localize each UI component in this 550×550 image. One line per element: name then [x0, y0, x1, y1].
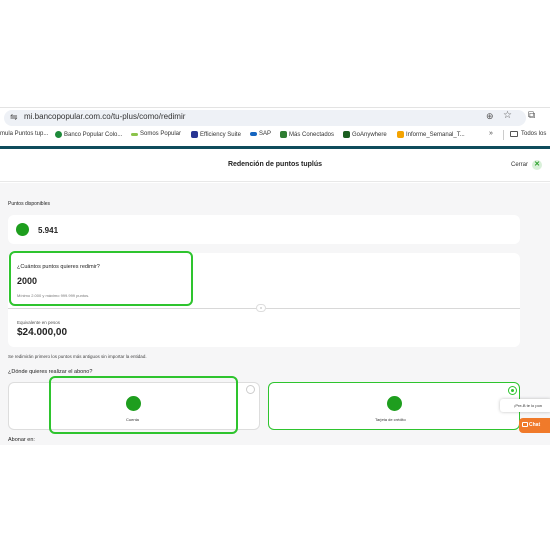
- zoom-icon[interactable]: ⊕: [486, 111, 494, 122]
- bookmark-label: Informe_Semanal_T...: [406, 131, 465, 138]
- page-title: Redención de puntos tuplús: [227, 161, 323, 168]
- points-icon: [16, 223, 29, 236]
- bookmarks-bar: mula Puntos tup... Banco Popular Colo...…: [0, 127, 550, 144]
- equivalent-value: $24.000,00: [17, 327, 68, 338]
- option-cuenta-highlight[interactable]: [49, 376, 238, 434]
- goanywhere-icon: [343, 131, 350, 138]
- app-header: Redención de puntos tuplús Cerrar ✕: [0, 149, 550, 182]
- extensions-icon[interactable]: ⧉: [528, 110, 535, 121]
- abonar-label: Abonar en:: [8, 437, 35, 443]
- option-cuenta-radio[interactable]: [246, 385, 255, 394]
- bookmark-item[interactable]: Más Conectados: [280, 131, 334, 138]
- browser-address-bar: ⇋ mi.bancopopular.com.co/tu-plus/como/re…: [0, 107, 550, 127]
- efficiency-suite-icon: [191, 131, 198, 138]
- redeem-help-text: Mínimo 2.000 y máximo 999.999 puntos.: [17, 293, 90, 298]
- bookmark-label: GoAnywhere: [352, 131, 387, 138]
- bookmark-item[interactable]: mula Puntos tup...: [0, 131, 48, 137]
- bookmark-label: Efficiency Suite: [200, 131, 241, 138]
- sap-icon: [250, 132, 257, 136]
- redeem-question: ¿Cuántos puntos quieres redimir?: [17, 264, 100, 270]
- banco-popular-icon: [55, 131, 62, 138]
- somos-popular-icon: [131, 132, 138, 136]
- bookmark-star-icon[interactable]: ☆: [503, 110, 512, 121]
- chat-button[interactable]: Chat: [519, 418, 550, 433]
- bookmark-label: Más Conectados: [289, 131, 335, 138]
- chat-icon: [522, 422, 528, 427]
- redeem-points-input[interactable]: 2000: [17, 276, 37, 286]
- folder-icon: [510, 131, 518, 137]
- bookmark-label: Somos Popular: [140, 131, 182, 137]
- chat-label: Chat: [529, 422, 541, 428]
- more-bookmarks-icon[interactable]: »: [489, 130, 493, 137]
- option-tarjeta-label: Tarjeta de crédito: [375, 417, 406, 422]
- bookmark-label: Banco Popular Colo...: [64, 131, 123, 138]
- close-label: Cerrar: [511, 162, 529, 168]
- url-text[interactable]: mi.bancopopular.com.co/tu-plus/como/redi…: [24, 112, 185, 121]
- points-section-label: Puntos disponibles: [8, 201, 50, 207]
- close-button[interactable]: Cerrar ✕: [511, 160, 543, 170]
- mas-conectados-icon: [280, 131, 287, 138]
- account-icon: [126, 396, 141, 411]
- chat-tooltip-text: ¡Pre-B te lo pon: [514, 403, 543, 408]
- notice-text: Se redimirán primero los puntos más anti…: [8, 354, 147, 359]
- all-bookmarks-folder[interactable]: Todos los: [510, 131, 546, 137]
- option-tarjeta-radio[interactable]: [508, 386, 517, 395]
- bookmark-item[interactable]: Efficiency Suite: [191, 131, 241, 138]
- chat-tooltip[interactable]: ¡Pre-B te lo pon: [500, 399, 550, 412]
- points-value: 5.941: [38, 226, 59, 235]
- option-cuenta-label: Cuenta: [126, 417, 139, 422]
- equals-badge: =: [256, 304, 266, 312]
- page: ⇋ mi.bancopopular.com.co/tu-plus/como/re…: [0, 0, 550, 550]
- close-icon: ✕: [532, 160, 543, 170]
- bookmark-label: SAP: [259, 131, 272, 137]
- bookmark-item[interactable]: Informe_Semanal_T...: [397, 131, 465, 138]
- all-bookmarks-label: Todos los: [521, 131, 547, 137]
- points-card: [8, 215, 520, 244]
- informe-icon: [397, 131, 404, 138]
- bookmark-label: mula Puntos tup...: [0, 131, 49, 137]
- bookmark-item[interactable]: Banco Popular Colo...: [55, 131, 122, 138]
- bookmark-item[interactable]: Somos Popular: [131, 131, 181, 137]
- bookmarks-divider: [503, 130, 504, 140]
- bookmark-item[interactable]: SAP: [250, 131, 271, 137]
- bookmark-item[interactable]: GoAnywhere: [343, 131, 387, 138]
- equivalent-label: Equivalente en pesos: [17, 320, 61, 325]
- credit-card-icon: [387, 396, 402, 411]
- site-info-icon[interactable]: ⇋: [10, 112, 18, 123]
- deposit-question: ¿Dónde quieres realizar el abono?: [8, 369, 93, 375]
